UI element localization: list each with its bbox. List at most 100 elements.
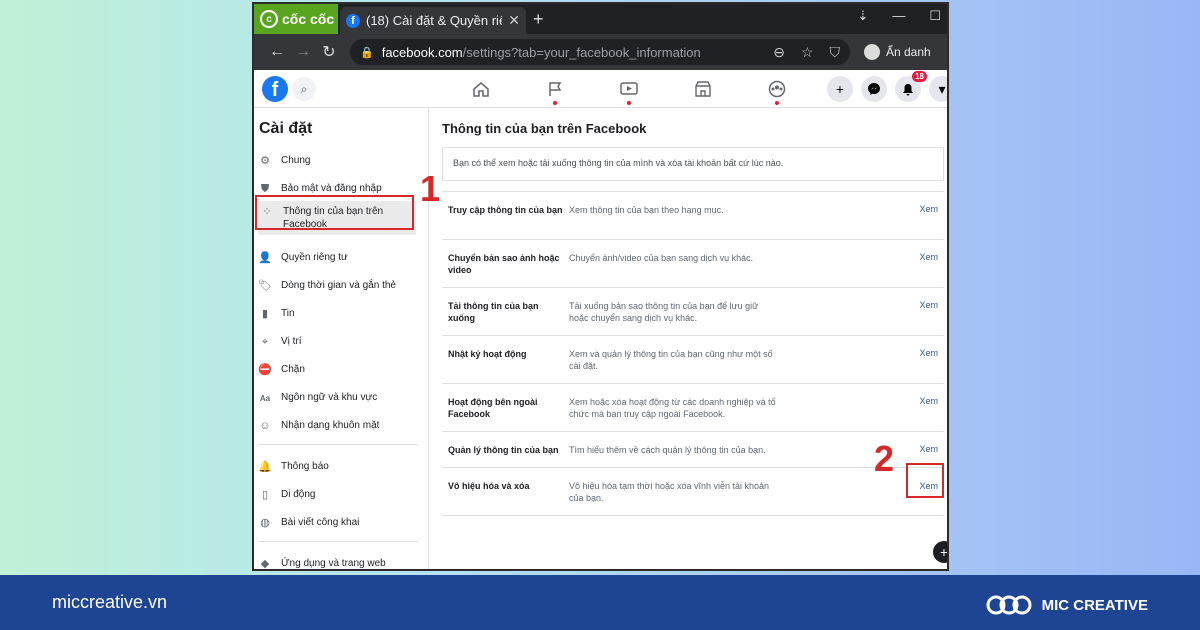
window-controls: ⇣ — ☐: [857, 8, 941, 24]
maximize-icon[interactable]: ☐: [929, 8, 941, 24]
row-title: Truy cập thông tin của bạn: [448, 205, 563, 215]
facebook-logo-icon[interactable]: f: [262, 76, 288, 102]
tag-icon: 🏷: [258, 279, 272, 292]
view-link[interactable]: Xem: [919, 348, 938, 358]
list-item: Truy cập thông tin của bạn Xem thông tin…: [442, 192, 944, 240]
url-input[interactable]: 🔒 facebook.com /settings?tab=your_facebo…: [350, 39, 850, 65]
sidebar-item-language[interactable]: Aa Ngôn ngữ và khu vực: [258, 391, 416, 405]
url-host: facebook.com: [381, 44, 463, 60]
sidebar-item-notifications[interactable]: 🔔 Thông báo: [258, 460, 416, 474]
row-title: Vô hiệu hóa và xóa: [448, 481, 530, 491]
sidebar-item-label: Quyền riêng tư: [281, 252, 348, 263]
home-icon[interactable]: [444, 70, 518, 108]
list-item: Hoạt động bên ngoài Facebook Xem hoặc xó…: [442, 384, 944, 432]
step-number-1: 1: [420, 168, 441, 209]
row-description: Tìm hiểu thêm về cách quản lý thông tin …: [569, 445, 766, 455]
tab-list-icon[interactable]: ⇣: [857, 8, 868, 24]
minimize-icon[interactable]: —: [892, 8, 905, 24]
create-plus-icon[interactable]: +: [827, 76, 853, 102]
sidebar-item-label: Chặn: [281, 364, 305, 375]
sidebar-item-label: Nhận dạng khuôn mặt: [281, 420, 380, 431]
apps-icon: ◆: [260, 557, 270, 570]
row-description: Xem hoặc xóa hoạt động từ các doanh nghi…: [569, 397, 776, 419]
url-path: /settings?tab=your_facebook_information: [462, 44, 701, 60]
view-link[interactable]: Xem: [919, 300, 938, 310]
zoom-icon[interactable]: ⊖: [773, 44, 785, 61]
row-description: Chuyển ảnh/video của bạn sang dịch vụ kh…: [569, 253, 754, 263]
view-link[interactable]: Xem: [919, 204, 938, 214]
globe-icon: ◍: [260, 516, 270, 529]
gear-icon: ⚙: [260, 154, 270, 167]
forward-arrow-icon[interactable]: →: [290, 43, 316, 61]
sidebar-divider: [258, 444, 418, 445]
browser-window: c cốc cốc f (18) Cài đặt & Quyền riêng t…: [252, 2, 949, 571]
notification-bell-icon[interactable]: 18: [895, 71, 927, 102]
row-description: Xem thông tin của bạn theo hạng mục.: [569, 205, 724, 215]
facebook-header: f ⌕ + 18 ▾: [254, 70, 947, 108]
list-item: Nhật ký hoạt động Xem và quản lý thông t…: [442, 336, 944, 384]
new-tab-button[interactable]: +: [533, 9, 544, 30]
view-link[interactable]: Xem: [919, 444, 938, 454]
footer-brand-label: MIC CREATIVE: [1041, 596, 1148, 614]
sidebar-item-blocking[interactable]: ⛔ Chặn: [258, 363, 416, 377]
view-link[interactable]: Xem: [919, 396, 938, 406]
row-description: Xem và quản lý thông tin của bạn cũng nh…: [569, 349, 773, 371]
highlight-box-step2: [906, 463, 944, 498]
account-dropdown-icon[interactable]: ▾: [929, 76, 947, 102]
watch-video-icon[interactable]: [592, 70, 666, 108]
header-actions: + 18 ▾: [827, 71, 947, 102]
sidebar-item-label: Tin: [281, 308, 295, 319]
address-bar: ← → ↻ 🔒 facebook.com /settings?tab=your_…: [254, 34, 947, 70]
language-icon: Aa: [259, 393, 271, 403]
sidebar-item-label: Ngôn ngữ và khu vực: [281, 392, 378, 403]
bookmark-star-icon[interactable]: ☆: [801, 44, 814, 61]
footer-site: miccreative.vn: [52, 592, 168, 612]
incognito-profile-button[interactable]: Ẩn danh: [864, 44, 931, 60]
sidebar-item-location[interactable]: ⌖ Vị trí: [258, 335, 416, 349]
tab-settings[interactable]: f (18) Cài đặt & Quyền riêng tư ✕: [340, 7, 526, 34]
block-icon: ⛔: [258, 363, 272, 376]
sidebar-item-public-posts[interactable]: ◍ Bài viết công khai: [258, 516, 416, 530]
sidebar-item-label: Bảo mật và đăng nhập: [281, 183, 382, 194]
sidebar-item-privacy[interactable]: 👤 Quyền riêng tư: [258, 251, 416, 265]
list-item: Tải thông tin của bạn xuống Tải xuống bả…: [442, 288, 944, 336]
sidebar-item-label: Dòng thời gian và gắn thẻ: [281, 280, 396, 291]
story-icon: ▮: [261, 307, 269, 320]
sidebar-item-label: Chung: [281, 155, 311, 166]
view-link[interactable]: Xem: [919, 252, 938, 262]
pages-flag-icon[interactable]: [518, 70, 592, 108]
shield-icon[interactable]: ⛉: [830, 44, 841, 61]
profile-label: Ẩn danh: [886, 45, 931, 59]
tab-close-icon[interactable]: ✕: [508, 12, 520, 29]
footer-brand: MIC CREATIVE: [986, 593, 1148, 617]
row-title: Chuyển bản sao ảnh hoặc video: [448, 253, 560, 275]
mobile-icon: ▯: [261, 488, 269, 501]
facebook-favicon-icon: f: [346, 13, 360, 28]
mic-creative-logo-icon: [986, 595, 1032, 615]
sidebar-item-security[interactable]: ⛊ Bảo mật và đăng nhập: [258, 182, 416, 196]
sidebar-item-stories[interactable]: ▮ Tin: [258, 307, 416, 321]
lock-icon: 🔒: [360, 46, 374, 59]
coccoc-brand-button[interactable]: c cốc cốc: [254, 4, 338, 34]
marketplace-icon[interactable]: [666, 70, 740, 108]
sidebar-item-general[interactable]: ⚙ Chung: [258, 154, 416, 168]
row-title: Nhật ký hoạt động: [448, 349, 527, 359]
groups-icon[interactable]: [740, 70, 814, 108]
row-title: Quản lý thông tin của bạn: [448, 445, 559, 455]
list-item: Chuyển bản sao ảnh hoặc video Chuyển ảnh…: [442, 240, 944, 288]
back-arrow-icon[interactable]: ←: [264, 43, 290, 61]
sidebar-item-apps[interactable]: ◆ Ứng dụng và trang web: [258, 557, 416, 570]
page-title: Thông tin của bạn trên Facebook: [442, 121, 647, 136]
new-message-plus-icon[interactable]: +: [933, 541, 947, 563]
row-description: Vô hiệu hóa tạm thời hoặc xóa vĩnh viễn …: [569, 481, 770, 503]
sidebar-item-label: Ứng dụng và trang web: [281, 558, 386, 569]
messenger-icon[interactable]: [861, 76, 887, 102]
sidebar-item-label: Vị trí: [281, 336, 302, 347]
sidebar-item-mobile[interactable]: ▯ Di động: [258, 488, 416, 502]
search-icon[interactable]: ⌕: [292, 77, 316, 101]
location-icon: ⌖: [261, 335, 269, 348]
sidebar-item-face-recognition[interactable]: ☺ Nhận dạng khuôn mặt: [258, 419, 416, 433]
reload-icon[interactable]: ↻: [316, 42, 342, 62]
incognito-avatar-icon: [864, 44, 880, 60]
sidebar-item-timeline[interactable]: 🏷 Dòng thời gian và gắn thẻ: [258, 279, 416, 293]
